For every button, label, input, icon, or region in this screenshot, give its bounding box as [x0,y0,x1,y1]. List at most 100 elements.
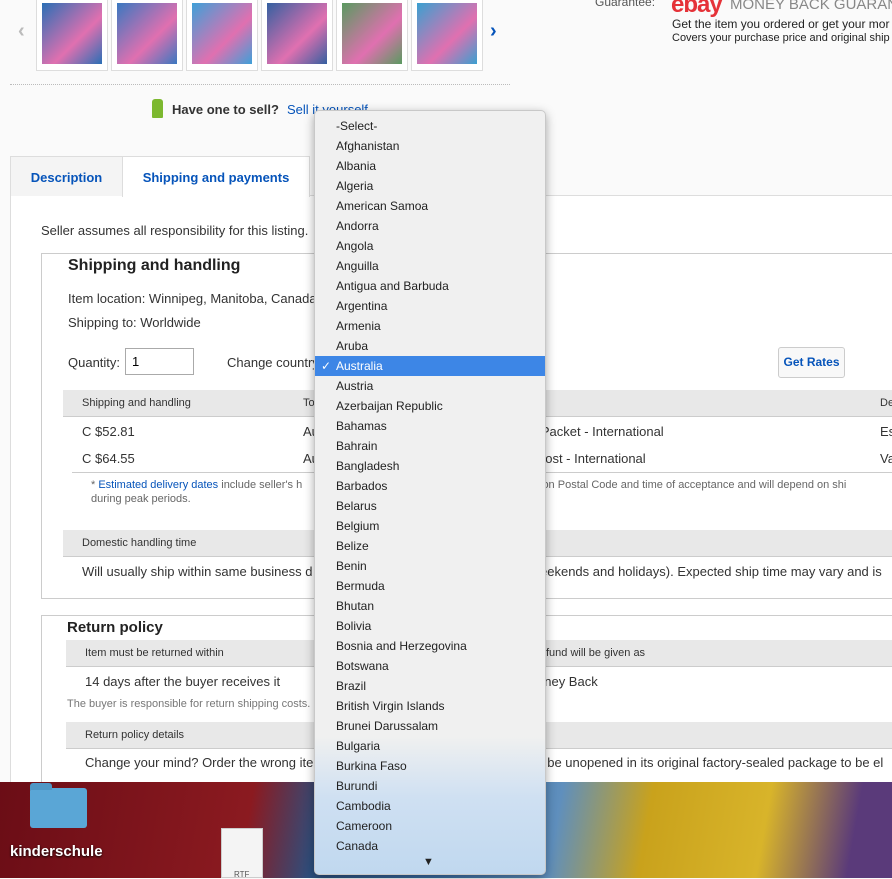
checkmark-icon: ✓ [321,359,332,373]
country-option-label: Antigua and Barbuda [336,279,449,293]
handling-header-label: Domestic handling time [82,537,197,549]
country-option[interactable]: Canada [315,836,545,856]
country-option[interactable]: Argentina [315,296,545,316]
country-option-label: Benin [336,559,367,573]
country-option[interactable]: -Select- [315,116,545,136]
return-header-refund: fund will be given as [546,647,646,659]
country-option[interactable]: Cameroon [315,816,545,836]
get-rates-button[interactable]: Get Rates [778,347,845,378]
item-location: Item location: Winnipeg, Manitoba, Canad… [68,291,317,306]
gallery-thumbnail[interactable] [186,0,258,71]
country-option-label: Angola [336,239,374,253]
folder-label[interactable]: kinderschule [10,843,103,860]
country-option[interactable]: American Samoa [315,196,545,216]
estimated-delivery-link[interactable]: Estimated delivery dates [98,479,218,491]
shipping-to: Shipping to: Worldwide [68,315,201,330]
country-option[interactable]: Belarus [315,496,545,516]
country-option[interactable]: Anguilla [315,256,545,276]
country-option-label: Cameroon [336,819,393,833]
country-option[interactable]: Antigua and Barbuda [315,276,545,296]
country-option[interactable]: Burundi [315,776,545,796]
country-option-label: Austria [336,379,374,393]
gallery-thumbnail[interactable] [411,0,483,71]
country-option-label: Bahamas [336,419,387,433]
country-dropdown-menu[interactable]: ▼ -Select- Afghanistan Albania Algeria Ameri… [314,110,546,875]
country-option-label: Albania [336,159,377,173]
country-option-label: Belize [336,539,369,553]
return-within-value: 14 days after the buyer receives it [85,674,281,689]
country-option[interactable]: Bosnia and Herzegovina [315,636,545,656]
note-text-b: ion Postal Code and time of acceptance a… [540,479,847,491]
country-option[interactable]: Azerbaijan Republic [315,396,545,416]
country-option[interactable]: Bahrain [315,436,545,456]
country-option-label: Armenia [336,319,381,333]
country-option-label: Bolivia [336,619,372,633]
country-option[interactable]: Botswana [315,656,545,676]
country-option-label: American Samoa [336,199,429,213]
gallery-thumbnail[interactable] [261,0,333,71]
country-option[interactable]: Bhutan [315,596,545,616]
handling-text-b: eekends and holidays). Expected ship tim… [540,564,882,579]
header-shipping: Shipping and handling [82,397,191,409]
scroll-down-arrow-icon[interactable]: ▼ [423,856,434,868]
country-option[interactable]: Brazil [315,676,545,696]
shipping-title: Shipping and handling [68,257,241,274]
country-option[interactable]: ✓ Australia [315,356,545,376]
tab-description[interactable]: Description [10,156,123,196]
quantity-input[interactable] [125,348,194,375]
gallery-thumbnail[interactable] [111,0,183,71]
country-option[interactable]: Algeria [315,176,545,196]
country-option[interactable]: Brunei Darussalam [315,716,545,736]
gallery-thumbnail[interactable] [36,0,108,71]
country-option-label: Brazil [336,679,367,693]
country-option[interactable]: Bermuda [315,576,545,596]
country-option[interactable]: Aruba [315,336,545,356]
refund-value: oney Back [537,674,598,689]
country-option[interactable]: Bahamas [315,416,545,436]
folder-icon[interactable] [30,788,87,828]
country-option[interactable]: Belize [315,536,545,556]
row2-cost: C $64.55 [82,451,135,466]
country-option-label: Anguilla [336,259,379,273]
country-option-label: Azerbaijan Republic [336,399,443,413]
change-country-label: Change country [227,355,319,370]
guarantee-label: Guarantee: [595,0,656,9]
country-option[interactable]: Andorra [315,216,545,236]
country-option[interactable]: Austria [315,376,545,396]
rtf-file-icon[interactable]: RTF [221,828,263,879]
country-option[interactable]: Bulgaria [315,736,545,756]
country-option[interactable]: Cambodia [315,796,545,816]
row2-service: post - International [538,451,646,466]
country-option[interactable]: Angola [315,236,545,256]
tab-shipping-and-payments[interactable]: Shipping and payments [122,156,310,197]
country-option-label: Australia [336,359,383,373]
country-option-label: Burundi [336,779,378,793]
country-option[interactable]: Armenia [315,316,545,336]
return-details-b: t be unopened in its original factory-se… [540,755,884,770]
country-option[interactable]: Belgium [315,516,545,536]
country-option[interactable]: Benin [315,556,545,576]
row2-delivery: Va [880,451,892,466]
gallery-thumbnail[interactable] [336,0,408,71]
country-option-label: Algeria [336,179,374,193]
return-title: Return policy [67,619,163,636]
country-option[interactable]: Barbados [315,476,545,496]
country-option[interactable]: Bolivia [315,616,545,636]
header-delivery: De [880,397,892,409]
row1-service: d Packet - International [530,424,664,439]
row1-delivery: Es [880,424,892,439]
country-option[interactable]: Afghanistan [315,136,545,156]
country-option[interactable]: Bangladesh [315,456,545,476]
country-option-label: Bulgaria [336,739,381,753]
country-option-label: -Select- [336,119,378,133]
country-option-label: Argentina [336,299,388,313]
header-to: To [303,397,315,409]
tag-icon [152,99,163,118]
next-arrow-icon[interactable]: › [490,20,497,43]
country-option[interactable]: Burkina Faso [315,756,545,776]
prev-arrow-icon[interactable]: ‹ [18,20,25,43]
country-option[interactable]: British Virgin Islands [315,696,545,716]
divider [10,84,510,85]
country-option[interactable]: Albania [315,156,545,176]
country-option-label: Afghanistan [336,139,400,153]
